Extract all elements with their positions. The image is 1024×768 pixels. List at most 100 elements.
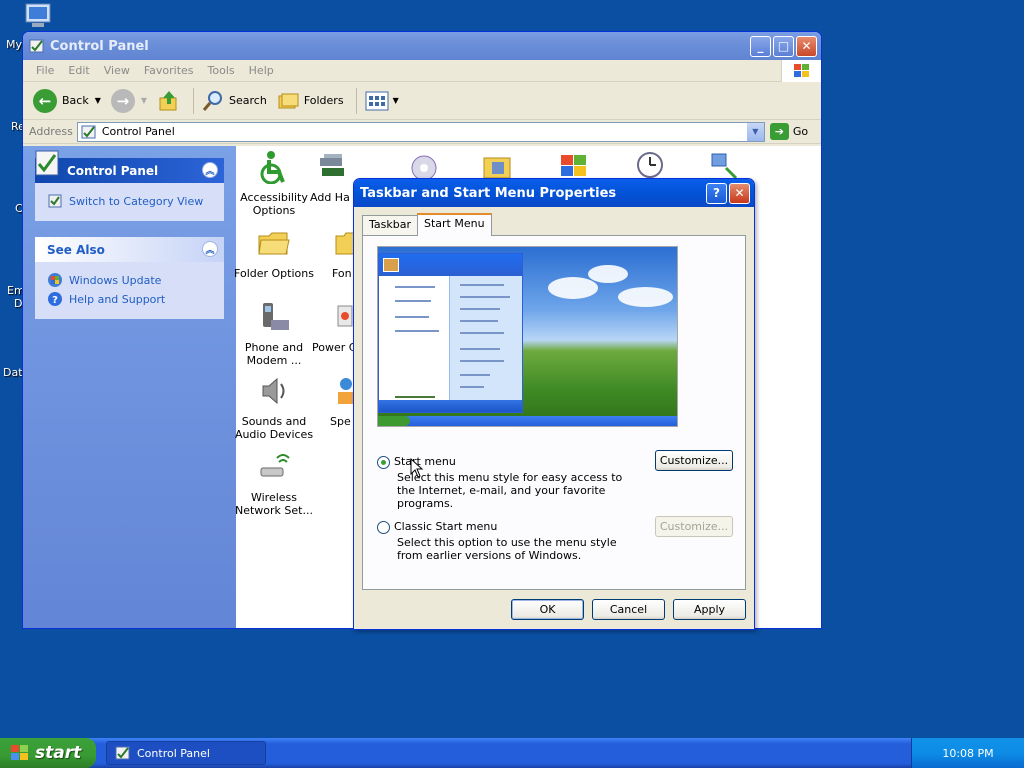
- control-panel-task-box: Control Panel ︽ Switch to Category View: [35, 150, 224, 221]
- windows-update-link[interactable]: Windows Update: [47, 272, 212, 288]
- accessibility-icon: [260, 151, 285, 185]
- window-title: Control Panel: [50, 38, 149, 54]
- clock[interactable]: 10:08 PM: [942, 747, 993, 760]
- collapse-chevron-icon[interactable]: ︽: [202, 162, 218, 178]
- see-also-header[interactable]: See Also ︽: [35, 237, 224, 262]
- back-label: Back: [62, 94, 89, 107]
- date-time-clock-icon[interactable]: [634, 150, 666, 180]
- start-menu-customize-button[interactable]: Customize...: [655, 450, 733, 471]
- start-menu-radio-label[interactable]: Start menu: [394, 455, 456, 468]
- my-computer-icon[interactable]: [22, 2, 56, 30]
- cp-item-accessibility-options[interactable]: Accessibility Options: [234, 150, 314, 217]
- toolbar: ← Back ▼ → ▼ Search Folders ▼: [23, 82, 821, 120]
- cp-item-sounds-and-audio-devices[interactable]: Sounds and Audio Devices: [234, 374, 314, 441]
- start-button[interactable]: start: [0, 738, 96, 768]
- menu-bar: File Edit View Favorites Tools Help: [23, 60, 821, 82]
- folders-icon: [278, 93, 299, 108]
- dialog-titlebar[interactable]: Taskbar and Start Menu Properties ? ✕: [354, 179, 754, 207]
- collapse-chevron-icon[interactable]: ︽: [202, 241, 218, 257]
- menu-file[interactable]: File: [29, 64, 61, 77]
- control-panel-titlebar[interactable]: Control Panel _ □ ✕: [23, 32, 821, 60]
- task-pane: Control Panel ︽ Switch to Category View: [23, 146, 236, 628]
- menu-tools[interactable]: Tools: [201, 64, 242, 77]
- forward-button[interactable]: → ▼: [110, 88, 147, 113]
- start-label: start: [35, 743, 82, 763]
- forward-arrow-icon: →: [110, 88, 135, 113]
- help-button[interactable]: ?: [706, 182, 727, 204]
- start-menu-radio[interactable]: [377, 456, 390, 469]
- up-folder-icon: [159, 90, 177, 110]
- views-button[interactable]: ▼: [365, 91, 399, 111]
- views-dropdown-icon[interactable]: ▼: [393, 96, 399, 105]
- folders-label: Folders: [303, 94, 344, 107]
- add-hardware-icon: [320, 154, 344, 176]
- close-button[interactable]: ✕: [796, 35, 817, 57]
- see-also-title: See Also: [47, 242, 105, 257]
- folder-options-icon: [258, 232, 290, 255]
- go-button[interactable]: ➔ Go: [769, 123, 809, 140]
- preview-start-button: [378, 416, 410, 426]
- search-label: Search: [229, 94, 267, 107]
- go-label: Go: [792, 125, 809, 138]
- cp-item-label: Accessibility Options: [240, 191, 308, 217]
- address-field[interactable]: Control Panel ▼: [76, 121, 765, 142]
- address-value: Control Panel: [101, 125, 175, 138]
- address-dropdown-icon[interactable]: ▼: [746, 122, 764, 141]
- cp-item-label: Phone and Modem ...: [244, 341, 304, 367]
- preview-start-menu: [378, 253, 523, 413]
- cp-item-label: Sounds and Audio Devices: [234, 415, 314, 441]
- start-menu-tab-panel: Start menu Select this menu style for ea…: [362, 235, 746, 590]
- classic-start-menu-radio-label[interactable]: Classic Start menu: [394, 520, 497, 533]
- help-and-support-link[interactable]: ? Help and Support: [47, 291, 212, 307]
- apply-button[interactable]: Apply: [673, 599, 746, 620]
- start-menu-description: Select this menu style for easy access t…: [397, 471, 623, 510]
- back-button[interactable]: ← Back ▼: [33, 88, 101, 113]
- speaker-icon: [262, 377, 285, 405]
- cancel-button[interactable]: Cancel: [592, 599, 665, 620]
- maximize-button[interactable]: □: [773, 35, 794, 57]
- back-arrow-icon: ←: [33, 88, 57, 113]
- forward-dropdown-icon[interactable]: ▼: [141, 96, 147, 105]
- control-panel-icon: [115, 746, 130, 760]
- power-options-icon: [337, 305, 353, 327]
- menu-favorites[interactable]: Favorites: [137, 64, 201, 77]
- desktop-icon-label-data[interactable]: Dat: [3, 366, 23, 379]
- cp-item-phone-and-modem[interactable]: Phone and Modem ...: [234, 300, 314, 367]
- preview-taskbar: [378, 416, 677, 426]
- ok-button[interactable]: OK: [511, 599, 584, 620]
- start-menu-preview-image: [377, 246, 678, 427]
- menu-edit[interactable]: Edit: [61, 64, 96, 77]
- svg-text:?: ?: [52, 295, 58, 306]
- dialog-tabs: Taskbar Start Menu: [362, 213, 492, 236]
- preview-cloud: [548, 277, 598, 299]
- up-folder-button[interactable]: [157, 89, 181, 113]
- tab-start-menu[interactable]: Start Menu: [417, 213, 492, 236]
- switch-category-view-link[interactable]: Switch to Category View: [47, 193, 212, 209]
- control-panel-icon: [81, 125, 96, 138]
- taskbar-item-control-panel[interactable]: Control Panel: [106, 741, 266, 765]
- desktop-icon-label-my-computer[interactable]: My: [6, 38, 22, 51]
- taskbar: start Control Panel 10:08 PM: [0, 738, 1024, 768]
- classic-start-menu-radio[interactable]: [377, 521, 390, 534]
- cp-item-wireless-network-setup[interactable]: Wireless Network Set...: [234, 450, 314, 517]
- address-bar: Address Control Panel ▼ ➔ Go: [23, 120, 821, 144]
- minimize-button[interactable]: _: [750, 35, 771, 57]
- cp-item-folder-options[interactable]: Folder Options: [234, 226, 314, 280]
- toolbar-separator: [355, 87, 357, 114]
- toolbar-separator: [193, 87, 195, 114]
- control-panel-large-icon: [35, 150, 59, 176]
- phone-modem-icon: [263, 303, 289, 330]
- classic-start-menu-description: Select this option to use the menu style…: [397, 536, 617, 562]
- tab-taskbar[interactable]: Taskbar: [362, 215, 418, 236]
- search-button[interactable]: Search: [202, 90, 267, 112]
- back-dropdown-icon[interactable]: ▼: [95, 96, 101, 105]
- control-panel-task-header[interactable]: Control Panel ︽: [35, 150, 224, 183]
- folders-button[interactable]: Folders: [277, 91, 344, 111]
- classic-customize-button: Customize...: [655, 516, 733, 537]
- switch-view-label: Switch to Category View: [69, 194, 204, 208]
- menu-help[interactable]: Help: [242, 64, 281, 77]
- windows-logo-icon: [11, 745, 28, 760]
- taskbar-item-label: Control Panel: [137, 746, 210, 760]
- dialog-close-button[interactable]: ✕: [729, 182, 750, 204]
- menu-view[interactable]: View: [97, 64, 137, 77]
